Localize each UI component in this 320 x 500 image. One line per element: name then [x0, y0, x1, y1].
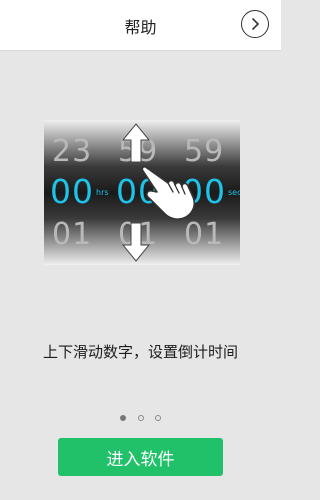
enter-app-button[interactable]: 进入软件 — [58, 438, 223, 476]
picker-hours-next: 01 — [52, 217, 93, 252]
page-dot-3[interactable] — [154, 415, 161, 421]
page-dot-1[interactable] — [120, 415, 127, 421]
picker-hours-prev: 23 — [52, 134, 93, 169]
picker-seconds-unit: sec — [228, 188, 240, 197]
next-button[interactable] — [241, 10, 269, 38]
page-dot-2[interactable] — [137, 415, 144, 421]
arrow-down-icon — [122, 222, 150, 262]
header-bar: 帮助 — [0, 0, 281, 51]
chevron-right-icon — [252, 18, 259, 30]
arrow-up-icon — [122, 123, 150, 163]
pagination-dots — [0, 406, 281, 425]
picker-hours-unit: hrs — [96, 188, 109, 197]
instruction-text: 上下滑动数字，设置倒计时间 — [42, 343, 238, 361]
page-title: 帮助 — [124, 18, 157, 37]
picker-hours-value: 00 — [50, 172, 94, 211]
hand-pointer-icon — [141, 165, 196, 220]
time-picker-illustration: 23 59 59 00 hrs 00 min 00 sec 01 01 01 — [44, 120, 240, 265]
